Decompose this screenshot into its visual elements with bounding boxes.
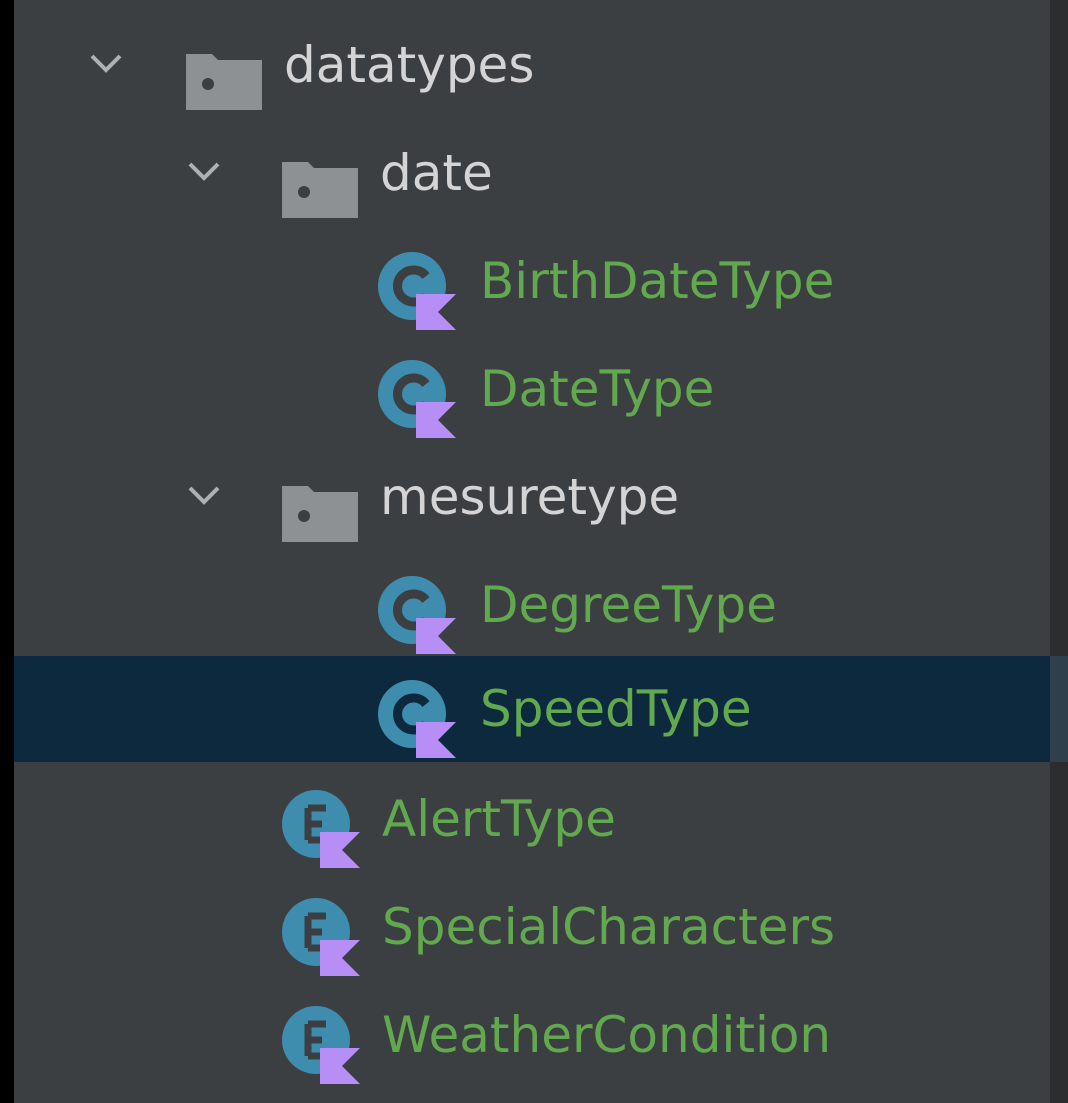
package-folder-icon — [184, 42, 264, 110]
chevron-down-icon[interactable] — [86, 12, 126, 118]
tree-node-birth-date-type[interactable]: BirthDateType — [14, 228, 1050, 334]
kotlin-class-icon — [376, 678, 460, 762]
tree-node-mesuretype[interactable]: mesuretype — [14, 444, 1050, 550]
tree-node-special-characters[interactable]: SpecialCharacters — [14, 874, 1050, 980]
tree-node-alert-type[interactable]: AlertType — [14, 766, 1050, 872]
tree-node-speed-type[interactable]: SpeedType — [14, 656, 1050, 762]
tree-node-label: DegreeType — [480, 576, 777, 634]
tree-node-label: date — [380, 144, 493, 202]
tree-node-label: SpecialCharacters — [382, 898, 836, 956]
tree-node-label: SpeedType — [480, 680, 752, 738]
tree-node-date[interactable]: date — [14, 120, 1050, 226]
package-folder-icon — [280, 150, 360, 218]
tree-node-label: datatypes — [284, 36, 535, 94]
tree-node-label: DateType — [480, 360, 715, 418]
tree-node-label: BirthDateType — [480, 252, 835, 310]
tree-node-label: AlertType — [382, 790, 616, 848]
tree-node-weather-condition[interactable]: WeatherCondition — [14, 982, 1050, 1088]
selection-edge — [1050, 656, 1068, 762]
tree-node-degree-type[interactable]: DegreeType — [14, 552, 1050, 658]
kotlin-class-icon — [376, 574, 460, 658]
tree-node-datatypes[interactable]: datatypes — [14, 12, 1050, 118]
kotlin-enum-icon — [280, 896, 364, 980]
chevron-down-icon[interactable] — [184, 120, 224, 226]
package-folder-icon — [280, 474, 360, 542]
kotlin-class-icon — [376, 358, 460, 442]
tree-node-date-type[interactable]: DateType — [14, 336, 1050, 442]
kotlin-enum-icon — [280, 788, 364, 872]
tree-node-label: mesuretype — [380, 468, 680, 526]
kotlin-enum-icon — [280, 1004, 364, 1088]
project-tree-window: datatypes date BirthDateType DateType me… — [0, 0, 1068, 1103]
chevron-down-icon[interactable] — [184, 444, 224, 550]
kotlin-class-icon — [376, 250, 460, 334]
project-tree: datatypes date BirthDateType DateType me… — [0, 0, 1068, 1103]
tree-node-label: WeatherCondition — [382, 1006, 832, 1064]
